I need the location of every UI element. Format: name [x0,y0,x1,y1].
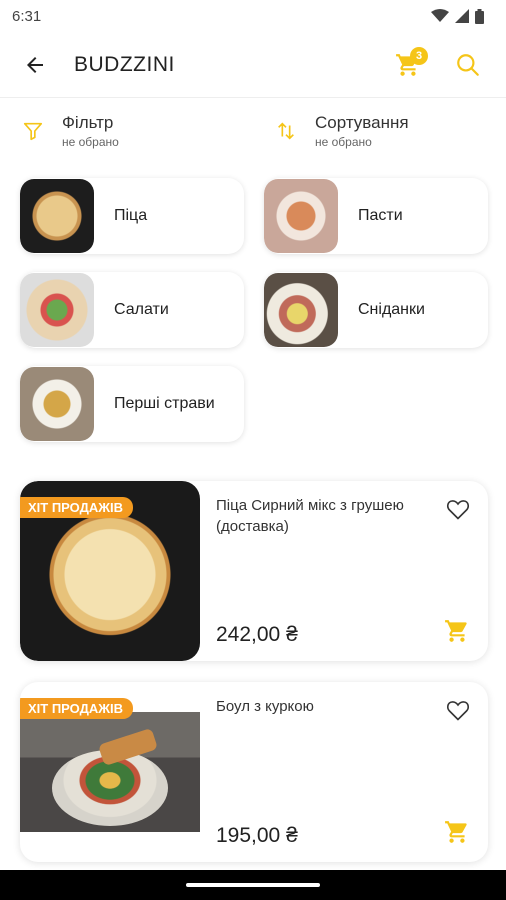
category-card-salads[interactable]: Салати [20,272,244,348]
system-nav-bar [0,870,506,900]
add-to-cart-button[interactable] [442,818,472,846]
product-price: 195,00 ₴ [216,824,298,847]
favorite-button[interactable] [444,495,472,523]
search-button[interactable] [448,45,488,85]
category-card-soups[interactable]: Перші страви [20,366,244,442]
search-icon [457,53,479,76]
cart-count-badge: 3 [410,46,428,65]
category-image-soups [20,367,94,441]
product-card[interactable]: ХІТ ПРОДАЖІВ Піца Сирний мікс з грушею (… [20,481,488,661]
bestseller-badge: ХІТ ПРОДАЖІВ [20,497,134,518]
sort-subtitle: не обрано [315,135,372,149]
filter-sort-row: Фільтр не обрано Сортування не обрано [0,100,506,162]
sort-button[interactable]: Сортування не обрано [253,100,506,162]
heart-icon [446,701,470,721]
category-image-salads [20,273,94,347]
filter-subtitle: не обрано [62,135,119,149]
category-card-pasta[interactable]: Пасти [264,178,488,254]
sort-icon [273,118,299,144]
app-bar: BUDZZINI 3 [0,32,506,98]
filter-icon [20,118,46,144]
category-label: Перші страви [114,395,215,412]
home-gesture-handle[interactable] [186,883,320,887]
category-label: Салати [114,301,169,318]
product-price: 242,00 ₴ [216,623,298,646]
category-card-breakfast[interactable]: Сніданки [264,272,488,348]
status-bar: 6:31 [0,0,506,32]
category-card-pizza[interactable]: Піца [20,178,244,254]
cart-button[interactable]: 3 [388,45,428,85]
add-to-cart-button[interactable] [442,617,472,645]
category-label: Пасти [358,207,403,224]
cart-icon [445,821,467,843]
product-name: Боул з куркою [216,698,314,715]
signal-icon [455,9,469,23]
product-image [20,712,200,832]
arrow-left-icon [27,56,43,73]
category-image-breakfast [264,273,338,347]
cart-icon [445,620,467,642]
category-image-pizza [20,179,94,253]
bestseller-badge: ХІТ ПРОДАЖІВ [20,698,134,719]
product-name: Піца Сирний мікс з грушею (доставка) [216,497,404,535]
category-grid: Піца Пасти Салати Сніданки Перші страви [20,178,490,442]
favorite-button[interactable] [444,696,472,724]
battery-icon [475,8,484,24]
app-title: BUDZZINI [74,52,175,76]
wifi-icon [431,9,449,22]
status-time: 6:31 [12,7,42,25]
category-label: Сніданки [358,301,425,318]
category-label: Піца [114,207,148,224]
back-button[interactable] [0,32,70,98]
sort-title: Сортування [315,113,409,132]
filter-button[interactable]: Фільтр не обрано [0,100,253,162]
status-icons [431,8,484,24]
category-image-pasta [264,179,338,253]
product-card[interactable]: ХІТ ПРОДАЖІВ Боул з куркою 195,00 ₴ [20,682,488,862]
filter-title: Фільтр [62,113,114,132]
heart-icon [446,500,470,520]
